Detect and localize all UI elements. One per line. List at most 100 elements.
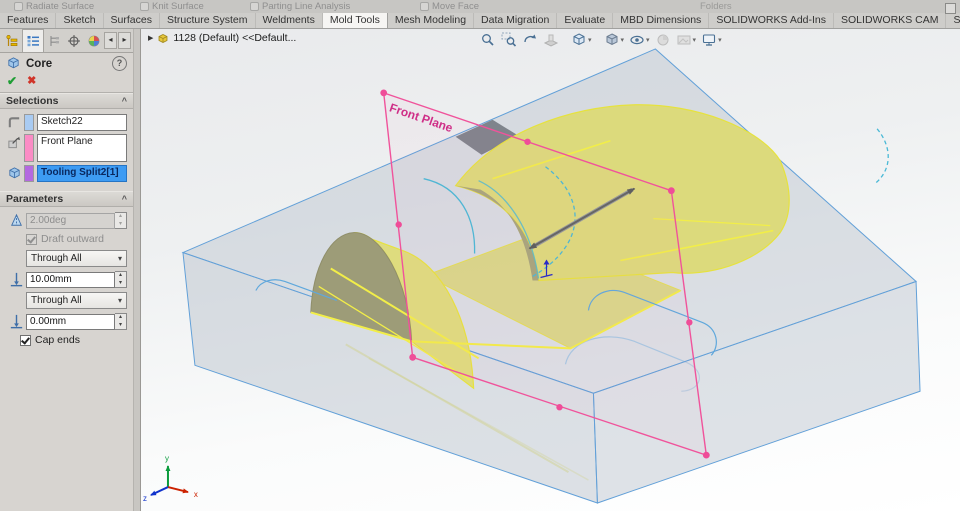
previous-view-icon	[524, 34, 536, 43]
draft-outward-checkbox-row[interactable]: Draft outward	[26, 233, 127, 245]
property-manager-panel: ◂ ▸ Core ? ✔ ✖ Selections ^ Sketch22 Fro…	[0, 29, 134, 511]
move-face-icon	[420, 2, 429, 11]
dimxpert-icon	[68, 34, 80, 47]
display-manager-icon	[88, 35, 100, 46]
edit-appearance-button[interactable]	[654, 31, 672, 49]
parameters-group-header[interactable]: Parameters ^	[0, 191, 133, 207]
tool-folders[interactable]: Folders	[700, 0, 732, 13]
knit-surface-icon	[140, 2, 149, 11]
depth-1-icon	[6, 271, 26, 288]
feature-tree-breadcrumb[interactable]: ▶ 1128 (Default) <<Default...	[148, 32, 296, 44]
triad-y-label: y	[165, 454, 169, 463]
cap-ends-checkbox-row[interactable]: Cap ends	[20, 334, 127, 346]
monitor-icon	[703, 34, 716, 46]
eye-icon	[630, 35, 644, 45]
tab-solidworks-cam-tbm[interactable]: SOLIDWORKS CAM TBM	[946, 13, 960, 28]
collapse-chevron-icon: ^	[121, 194, 127, 204]
hide-show-items-button[interactable]: ▾	[628, 31, 651, 49]
view-settings-button[interactable]: ▾	[700, 31, 723, 49]
tool-label: Move Face	[432, 1, 479, 12]
draft-angle-input[interactable]	[26, 212, 115, 229]
zoom-fit-icon	[482, 34, 494, 46]
cancel-button[interactable]: ✖	[27, 74, 36, 88]
tab-solidworks-add-ins[interactable]: SOLIDWORKS Add-Ins	[709, 13, 835, 28]
tool-knit-surface[interactable]: Knit Surface	[140, 0, 204, 13]
tool-move-face[interactable]: Move Face	[420, 0, 479, 13]
display-style-button[interactable]: ▾	[603, 31, 626, 49]
chevron-down-icon: ▾	[620, 37, 625, 44]
tab-surfaces[interactable]: Surfaces	[104, 13, 160, 28]
model-scene[interactable]: Front Plane y x z	[141, 29, 960, 511]
depth-1-spinner[interactable]: ▴ ▾	[115, 271, 127, 288]
tab-mbd-dimensions[interactable]: MBD Dimensions	[613, 13, 710, 28]
panel-splitter[interactable]	[134, 29, 141, 511]
appearance-ball-icon	[657, 34, 669, 46]
tab-dimxpert-manager[interactable]	[64, 29, 84, 52]
graphics-viewport[interactable]: ▶ 1128 (Default) <<Default... ▾ ▾ ▾ ▾ ▾ …	[141, 29, 960, 511]
tool-radiate-surface[interactable]: Radiate Surface	[14, 0, 94, 13]
ribbon-pin-icon[interactable]	[945, 3, 956, 14]
tab-weldments[interactable]: Weldments	[256, 13, 323, 28]
tab-display-manager[interactable]	[84, 29, 104, 52]
tab-sketch[interactable]: Sketch	[56, 13, 104, 28]
tab-solidworks-cam[interactable]: SOLIDWORKS CAM	[834, 13, 947, 28]
ribbon-overflow-row: Radiate Surface Knit Surface Parting Lin…	[0, 0, 960, 13]
tab-configuration-manager[interactable]	[44, 29, 64, 52]
tab-mold-tools[interactable]: Mold Tools	[322, 13, 388, 28]
pm-title: Core	[26, 57, 53, 70]
pm-title-row: Core ?	[0, 53, 133, 72]
tab-property-manager[interactable]	[22, 29, 44, 52]
cap-ends-checkbox[interactable]	[20, 334, 31, 346]
tab-structure-system[interactable]: Structure System	[160, 13, 256, 28]
end-condition-2-select[interactable]: Through All ▾	[26, 292, 127, 309]
configuration-manager-icon	[50, 35, 59, 46]
flyout-tree-arrow-icon[interactable]: ▶	[148, 34, 153, 42]
zoom-to-fit-button[interactable]	[479, 31, 497, 49]
selections-header-label: Selections	[6, 95, 59, 107]
feature-tree-icon	[6, 34, 18, 46]
part-document-icon	[158, 34, 168, 43]
previous-view-button[interactable]	[521, 31, 539, 49]
tab-scroll-left-icon[interactable]: ◂	[104, 32, 117, 49]
ribbon-tab-bar: Features Sketch Surfaces Structure Syste…	[0, 13, 960, 29]
body-color-swatch	[24, 165, 34, 182]
zoom-to-area-button[interactable]	[500, 31, 518, 49]
end-condition-1-select[interactable]: Through All ▾	[26, 250, 127, 267]
tab-feature-tree[interactable]	[2, 29, 22, 52]
depth-1-input[interactable]	[26, 271, 115, 288]
tab-scroll-right-icon[interactable]: ▸	[118, 32, 131, 49]
selections-group-header[interactable]: Selections ^	[0, 93, 133, 109]
solidworks-window: { "ribbon": { "overflow_tools": ["Radiat…	[0, 0, 960, 511]
help-icon[interactable]: ?	[112, 56, 127, 71]
tab-mesh-modeling[interactable]: Mesh Modeling	[388, 13, 475, 28]
core-body-selection[interactable]: Tooling Split2[1]	[37, 165, 127, 182]
solid-body-icon	[6, 165, 23, 181]
ok-button[interactable]: ✔	[7, 74, 17, 88]
tab-data-migration[interactable]: Data Migration	[474, 13, 558, 28]
radiate-surface-icon	[14, 2, 23, 11]
pull-direction-selection[interactable]: Front Plane	[37, 134, 127, 162]
core-sketch-selection[interactable]: Sketch22	[37, 114, 127, 131]
core-body-row: Tooling Split2[1]	[6, 165, 127, 182]
pm-actions: ✔ ✖	[0, 72, 133, 93]
draft-outward-label: Draft outward	[41, 233, 105, 245]
apply-scene-button[interactable]: ▾	[675, 31, 698, 49]
property-manager-icon	[27, 36, 39, 47]
chevron-down-icon: ▾	[646, 37, 650, 44]
chevron-down-icon: ▾	[588, 37, 592, 44]
section-view-button[interactable]	[542, 31, 560, 49]
tab-evaluate[interactable]: Evaluate	[557, 13, 614, 28]
depth-2-spinner[interactable]: ▴ ▾	[115, 313, 127, 330]
orientation-triad: y x z	[143, 454, 198, 503]
draft-outward-checkbox[interactable]	[26, 233, 37, 245]
draft-angle-icon	[6, 212, 26, 229]
chevron-down-icon: ▾	[117, 296, 122, 305]
tab-features[interactable]: Features	[0, 13, 57, 28]
depth-2-input[interactable]	[26, 313, 115, 330]
chevron-down-icon: ▾	[718, 37, 722, 44]
view-orientation-button[interactable]: ▾	[570, 31, 593, 49]
zoom-area-icon	[501, 32, 517, 47]
tool-parting-line-analysis[interactable]: Parting Line Analysis	[250, 0, 350, 13]
draft-angle-spinner[interactable]: ▴ ▾	[115, 212, 127, 229]
core-sketch-row: Sketch22	[6, 114, 127, 131]
